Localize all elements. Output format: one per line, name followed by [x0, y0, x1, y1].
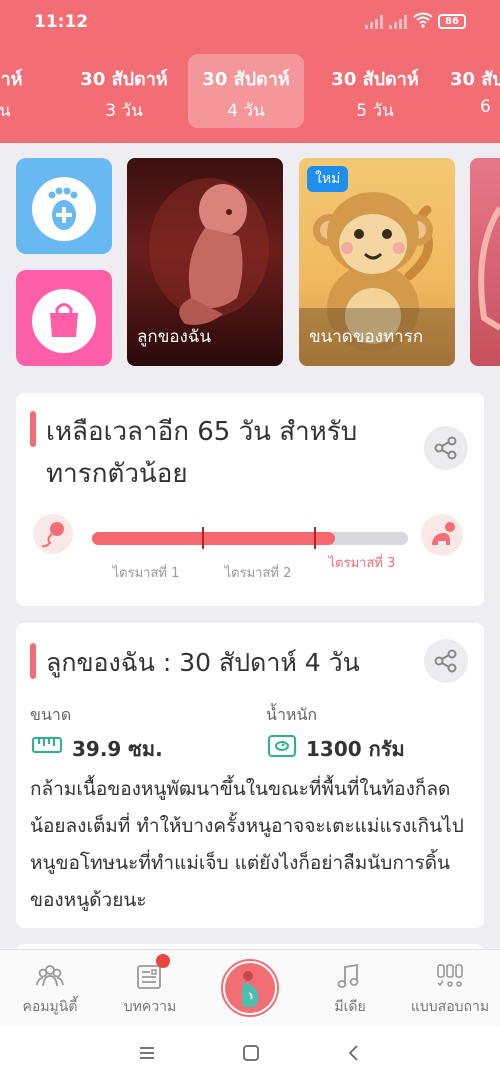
baby-description: กล้ามเนื้อของหนูพัฒนาขึ้นในขณะที่พื้นที่…	[30, 778, 464, 911]
baby-foot-icon	[32, 177, 96, 241]
week-tab-weeks: 30 สัป	[450, 69, 500, 90]
accent-bar	[30, 411, 36, 447]
week-tab-days: 4 วัน	[227, 101, 265, 121]
scale-icon	[268, 735, 296, 757]
bottom-nav: คอมมูนิตี้ บทความ มีเดีย แบบสอบถาม	[0, 949, 500, 1025]
trimester-progress-fill	[92, 532, 336, 545]
nav-articles-label: บทความ	[123, 999, 177, 1015]
header: 11:12 86 ปดาห์ วัน 30 สัปดาห์ 3 วัน 30 ส…	[0, 0, 500, 143]
status-time: 11:12	[34, 12, 89, 32]
nav-home[interactable]	[200, 950, 300, 1026]
nav-community-label: คอมมูนิตี้	[22, 999, 78, 1015]
crawling-baby-icon	[421, 514, 463, 556]
nav-quiz-label: แบบสอบถาม	[410, 999, 490, 1015]
pregnancy-tile[interactable]	[470, 158, 500, 366]
week-tab-weeks: 30 สัปดาห์	[80, 69, 168, 90]
system-nav-bar	[0, 1025, 500, 1083]
week-tab[interactable]: 30 สัปดาห์ 5 วัน	[317, 54, 433, 128]
nav-articles[interactable]: บทความ	[100, 950, 200, 1026]
share-icon	[434, 649, 457, 673]
trimester-marker	[202, 527, 204, 549]
signal-icon-2	[389, 15, 409, 29]
trimester-2-label: ไตรมาสที่ 2	[224, 566, 292, 581]
size-value: 39.9 ซม.	[72, 737, 163, 761]
my-baby-tile[interactable]: ลูกของฉัน	[127, 158, 283, 366]
share-icon	[434, 436, 457, 460]
menu-icon[interactable]	[138, 1045, 156, 1061]
quiz-icon	[437, 964, 463, 987]
week-tab-weeks: ปดาห์	[0, 69, 23, 90]
weight-value: 1300 กรัม	[306, 737, 405, 761]
new-badge: ใหม่	[307, 166, 349, 192]
baby-info-title: ลูกของฉัน : 30 สัปดาห์ 4 วัน	[46, 648, 360, 677]
share-button[interactable]	[424, 639, 468, 683]
countdown-card: เหลือเวลาอีก 65 วัน สำหรับทารกตัวน้อย ไต…	[16, 393, 484, 606]
nav-quiz[interactable]: แบบสอบถาม	[400, 950, 500, 1026]
nav-media-label: มีเดีย	[334, 999, 366, 1015]
trimester-marker	[314, 527, 316, 549]
trimester-1-label: ไตรมาสที่ 1	[112, 566, 180, 581]
week-tab-weeks: 30 สัปดาห์	[331, 69, 419, 90]
week-tab-days: 6	[480, 97, 491, 117]
trimester-progress	[92, 527, 408, 549]
nav-community[interactable]: คอมมูนิตี้	[0, 950, 100, 1026]
signal-icon	[365, 15, 385, 29]
trimester-3-label: ไตรมาสที่ 3	[328, 556, 396, 571]
music-note-icon	[337, 963, 359, 988]
baby-info-card: ลูกของฉัน : 30 สัปดาห์ 4 วัน ขนาด 39.9 ซ…	[16, 623, 484, 928]
weight-label: น้ำหนัก	[266, 705, 318, 724]
accent-bar	[30, 643, 36, 679]
home-icon[interactable]	[242, 1044, 260, 1062]
pregnant-mom-icon	[225, 963, 275, 1013]
notification-dot	[156, 954, 170, 968]
nav-media[interactable]: มีเดีย	[300, 950, 400, 1026]
week-tab[interactable]: ปดาห์ วัน	[0, 54, 58, 128]
size-label: ขนาด	[30, 705, 72, 724]
week-tab-selected[interactable]: 30 สัปดาห์ 4 วัน	[188, 54, 304, 128]
week-selector: ปดาห์ วัน 30 สัปดาห์ 3 วัน 30 สัปดาห์ 4 …	[0, 54, 500, 128]
shop-button[interactable]	[16, 270, 112, 366]
baby-size-label: ขนาดของทารก	[309, 327, 424, 347]
countdown-title: เหลือเวลาอีก 65 วัน สำหรับทารกตัวน้อย	[46, 417, 358, 489]
week-tab[interactable]: 30 สัป 6	[442, 54, 500, 128]
battery-icon: 86	[438, 14, 466, 29]
week-tab-weeks: 30 สัปดาห์	[202, 69, 290, 90]
shopping-bag-icon	[32, 289, 96, 353]
share-button[interactable]	[424, 426, 468, 470]
week-tab-days: 5 วัน	[356, 101, 394, 121]
my-baby-label: ลูกของฉัน	[137, 327, 212, 347]
community-icon	[36, 965, 64, 987]
ruler-icon	[32, 737, 62, 753]
womb-image	[478, 206, 500, 331]
baby-size-tile[interactable]: ใหม่ ขนาดของทารก	[299, 158, 455, 366]
week-tab[interactable]: 30 สัปดาห์ 3 วัน	[66, 54, 182, 128]
week-tab-days: วัน	[0, 101, 11, 121]
back-icon[interactable]	[346, 1044, 362, 1062]
sperm-icon	[33, 514, 73, 554]
baby-tracker-button[interactable]	[16, 158, 112, 254]
wifi-icon	[413, 12, 433, 28]
home-button-ring	[221, 959, 279, 1017]
week-tab-days: 3 วัน	[105, 101, 143, 121]
status-bar: 11:12 86	[0, 0, 500, 44]
